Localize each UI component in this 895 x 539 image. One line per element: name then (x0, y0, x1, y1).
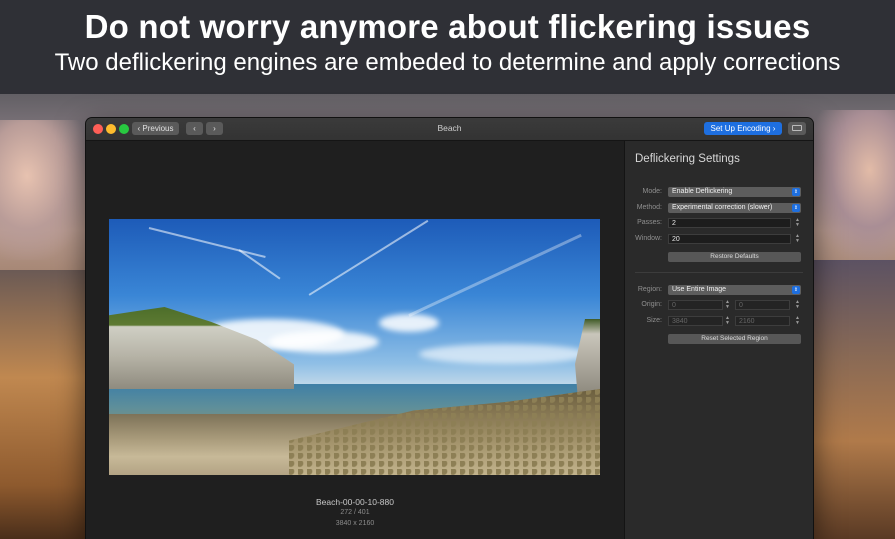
origin-x-stepper[interactable]: ▲ ▼ (725, 300, 730, 310)
desktop-wallpaper-left (0, 120, 90, 260)
region-label: Region: (637, 286, 662, 293)
stepper-icon: ▲ ▼ (795, 315, 800, 326)
preview-canvas[interactable]: Beach-00-00-10-880 272 / 401 3840 x 2160 (86, 141, 624, 539)
mode-value: Enable Deflickering (672, 188, 733, 195)
image-cloud (379, 314, 439, 332)
origin-x-field[interactable]: 0 (668, 300, 723, 310)
stepper-icon: ▲ ▼ (795, 299, 800, 310)
frame-name: Beach-00-00-10-880 (316, 497, 394, 507)
stepper-icon: ▲ ▼ (725, 315, 730, 326)
sidebar-toggle-icon (792, 125, 802, 131)
chevron-right-icon: › (772, 124, 776, 133)
region-popup[interactable]: Use Entire Image ⇕ (668, 285, 801, 295)
sidebar-toggle-button[interactable] (788, 122, 806, 135)
stepper-icon: ▲ ▼ (795, 233, 800, 244)
desktop-dune-left (0, 270, 90, 539)
origin-y-stepper[interactable]: ▲ ▼ (795, 300, 800, 310)
method-value: Experimental correction (slower) (672, 204, 773, 211)
popup-arrows-icon: ⇕ (792, 188, 800, 196)
origin-y-field[interactable]: 0 (735, 300, 790, 310)
panel-title: Deflickering Settings (635, 153, 740, 165)
title-bar: ‹ Previous ‹ › Beach Set Up Encoding › (86, 118, 813, 141)
reset-selected-region-button[interactable]: Reset Selected Region (668, 334, 801, 344)
set-up-encoding-button[interactable]: Set Up Encoding › (704, 122, 782, 135)
passes-label: Passes: (637, 219, 662, 226)
size-label: Size: (646, 317, 662, 324)
headline-title: Do not worry anymore about flickering is… (84, 8, 811, 45)
stepper-icon: ▲ ▼ (795, 217, 800, 228)
method-label: Method: (636, 204, 662, 211)
window-stepper[interactable]: ▲ ▼ (795, 234, 800, 244)
passes-stepper[interactable]: ▲ ▼ (795, 218, 800, 228)
restore-defaults-button[interactable]: Restore Defaults (668, 252, 801, 262)
method-popup[interactable]: Experimental correction (slower) ⇕ (668, 203, 801, 213)
frame-dimensions: 3840 x 2160 (335, 520, 375, 527)
deflickering-settings-panel: Deflickering Settings Mode: Enable Defli… (625, 141, 813, 539)
encode-label: Set Up Encoding (710, 124, 771, 133)
size-width-field[interactable]: 3840 (668, 316, 723, 326)
frame-position: 272 / 401 (340, 509, 370, 516)
popup-arrows-icon: ⇕ (792, 286, 800, 294)
origin-label: Origin: (641, 301, 662, 308)
preview-image[interactable] (109, 219, 600, 475)
headline-subtitle: Two deflickering engines are embeded to … (54, 49, 841, 76)
promo-headline: Do not worry anymore about flickering is… (0, 0, 895, 94)
image-cloud (269, 331, 379, 353)
size-height-stepper[interactable]: ▲ ▼ (795, 316, 800, 326)
popup-arrows-icon: ⇕ (792, 204, 800, 212)
window-label: Window: (635, 235, 662, 242)
mode-label: Mode: (642, 188, 662, 195)
app-window: ‹ Previous ‹ › Beach Set Up Encoding › B… (86, 118, 813, 539)
image-cloud (419, 344, 589, 364)
stepper-icon: ▲ ▼ (725, 299, 730, 310)
desktop-wallpaper-right (810, 110, 895, 260)
size-height-field[interactable]: 2160 (735, 316, 790, 326)
passes-field[interactable]: 2 (668, 218, 791, 228)
window-field[interactable]: 20 (668, 234, 791, 244)
size-width-stepper[interactable]: ▲ ▼ (725, 316, 730, 326)
region-value: Use Entire Image (672, 286, 727, 293)
desktop-dune-right (810, 260, 895, 539)
section-divider (635, 272, 803, 273)
mode-popup[interactable]: Enable Deflickering ⇕ (668, 187, 801, 197)
